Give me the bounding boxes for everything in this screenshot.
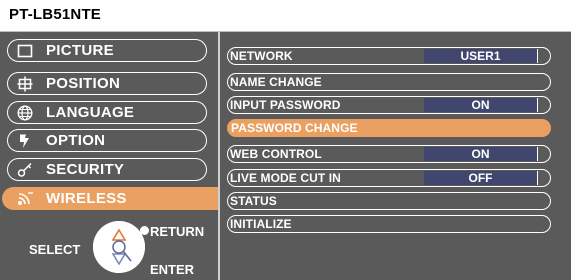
row-label: NAME CHANGE [230, 75, 322, 89]
submenu-row-initialize[interactable]: INITIALIZE [227, 215, 551, 233]
navigation-legend: SELECT RETURN ENTER [0, 214, 218, 280]
submenu-row-name-change[interactable]: NAME CHANGE [227, 73, 551, 91]
menu-item-security[interactable]: SECURITY [7, 158, 207, 181]
row-label: INITIALIZE [230, 217, 292, 231]
menu-item-position[interactable]: POSITION [7, 72, 207, 95]
enter-hint: ENTER [150, 262, 195, 277]
row-label: LIVE MODE CUT IN [230, 171, 341, 185]
panel-divider [218, 32, 220, 280]
select-hint: SELECT [29, 242, 81, 257]
menu-item-picture[interactable]: PICTURE [7, 39, 207, 62]
web-control-value-field[interactable]: ON [424, 147, 538, 161]
row-label: INPUT PASSWORD [230, 98, 341, 112]
option-icon [17, 133, 33, 149]
network-value-field[interactable]: USER1 [424, 49, 538, 63]
picture-icon [17, 43, 33, 59]
row-label: NETWORK [230, 49, 293, 63]
submenu-row-network[interactable]: NETWORK USER1 [227, 47, 551, 65]
submenu-row-status[interactable]: STATUS [227, 192, 551, 210]
main-menu: PICTURE POSITION LANGUAGE OPTION SECURIT… [0, 32, 218, 280]
wireless-icon [16, 191, 33, 207]
title-bar: PT-LB51NTE [0, 0, 571, 32]
projector-model-title: PT-LB51NTE [9, 6, 102, 23]
submenu-row-password-change[interactable]: PASSWORD CHANGE [227, 119, 551, 137]
menu-item-label: POSITION [46, 75, 121, 92]
row-label: WEB CONTROL [230, 147, 322, 161]
menu-item-label: SECURITY [46, 161, 125, 178]
menu-item-label: PICTURE [46, 42, 114, 59]
menu-item-label: WIRELESS [46, 190, 127, 207]
live-mode-value-field[interactable]: OFF [424, 171, 538, 185]
row-label: STATUS [230, 194, 277, 208]
submenu-row-web-control[interactable]: WEB CONTROL ON [227, 145, 551, 163]
menu-item-option[interactable]: OPTION [7, 129, 207, 152]
submenu-row-input-password[interactable]: INPUT PASSWORD ON [227, 96, 551, 114]
row-label: PASSWORD CHANGE [231, 121, 358, 135]
key-icon [17, 162, 33, 178]
menu-item-language[interactable]: LANGUAGE [7, 101, 207, 124]
return-hint: RETURN [150, 224, 205, 239]
input-password-value-field[interactable]: ON [424, 98, 538, 112]
submenu-row-live-mode-cut-in[interactable]: LIVE MODE CUT IN OFF [227, 169, 551, 187]
menu-item-label: OPTION [46, 132, 106, 149]
return-bullet-icon [140, 226, 149, 235]
position-icon [17, 76, 33, 92]
globe-icon [17, 105, 33, 121]
menu-item-wireless[interactable]: WIRELESS [2, 187, 218, 210]
cursor-pad-icon [93, 221, 145, 273]
menu-item-label: LANGUAGE [46, 104, 135, 121]
